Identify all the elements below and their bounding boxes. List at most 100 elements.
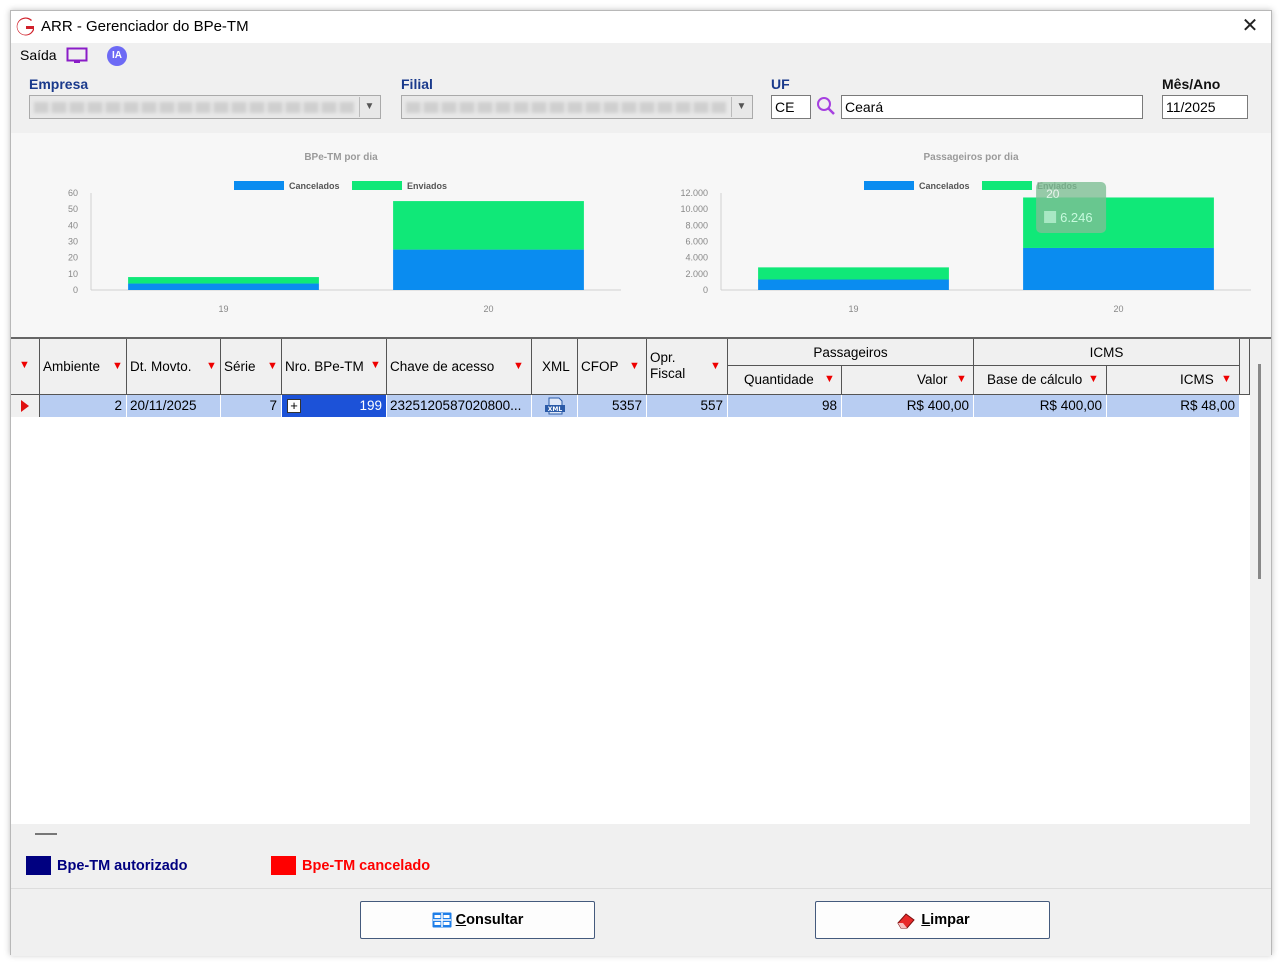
chevron-down-icon[interactable]: ▼	[731, 97, 751, 117]
filter-panel: Empresa ▼ Filial ▼ UF CE Ceará Mês/Ano 1…	[11, 69, 1271, 133]
vertical-scroll-thumb[interactable]	[1258, 364, 1261, 579]
x-tick-label: 20	[483, 304, 493, 314]
filter-icon[interactable]: ▼	[1088, 373, 1099, 385]
bpe-grid: ▼ Ambiente ▼ Dt. Movto. ▼ Série ▼ Nro. B…	[11, 337, 1271, 846]
consultar-label: Consultar	[455, 912, 524, 928]
y-tick-label: 30	[68, 237, 78, 247]
cell-dt-movto[interactable]: 20/11/2025	[127, 395, 221, 417]
y-tick-label: 6.000	[685, 237, 708, 247]
col-icms[interactable]: ICMS ▼	[1107, 366, 1240, 395]
cell-icms[interactable]: R$ 48,00	[1107, 395, 1240, 417]
y-tick-label: 10.000	[680, 204, 708, 214]
filter-icon[interactable]: ▼	[710, 360, 721, 372]
col-cfop[interactable]: CFOP ▼	[578, 339, 647, 395]
legend-swatch	[864, 181, 914, 190]
filter-icon[interactable]: ▼	[112, 360, 123, 372]
col-quantidade[interactable]: Quantidade ▼	[728, 366, 842, 395]
cell-valor[interactable]: R$ 400,00	[842, 395, 974, 417]
cell-quantidade[interactable]: 98	[728, 395, 842, 417]
y-tick-label: 0	[73, 285, 78, 295]
chart-title: Passageiros por dia	[923, 152, 1018, 163]
col-quantidade-label: Quantidade	[744, 372, 814, 387]
bar-enviados-20	[393, 201, 584, 250]
horizontal-scroll-thumb[interactable]	[35, 833, 57, 835]
col-dt-movto[interactable]: Dt. Movto. ▼	[127, 339, 221, 395]
cell-chave[interactable]: 2325120587020800...	[387, 395, 532, 417]
cell-cfop[interactable]: 5357	[578, 395, 647, 417]
y-tick-label: 20	[68, 253, 78, 263]
x-tick-label: 19	[848, 304, 858, 314]
xml-file-icon[interactable]: XML	[544, 397, 566, 415]
mes-ano-input[interactable]: 11/2025	[1162, 95, 1248, 119]
col-icms-label: ICMS	[1180, 372, 1214, 387]
cell-ambiente[interactable]: 2	[40, 395, 127, 417]
filter-icon[interactable]: ▼	[206, 360, 217, 372]
col-xml[interactable]: XML	[532, 339, 578, 395]
empresa-label: Empresa	[29, 76, 89, 92]
uf-name-input[interactable]: Ceará	[841, 95, 1143, 119]
bar-enviados-19	[758, 267, 949, 280]
filter-icon[interactable]: ▼	[1221, 373, 1232, 385]
bar-cancelados-20	[1023, 247, 1214, 290]
vertical-scrollbar[interactable]	[1250, 339, 1271, 824]
limpar-button[interactable]: Limpar	[815, 901, 1050, 939]
bar-cancelados-19	[128, 283, 319, 290]
autorizado-label: Bpe-TM autorizado	[57, 858, 188, 874]
legend-label: Cancelados	[289, 181, 340, 191]
col-serie[interactable]: Série ▼	[221, 339, 282, 395]
filter-icon[interactable]: ▼	[513, 360, 524, 372]
filter-icon[interactable]: ▼	[267, 360, 278, 372]
menu-saida[interactable]: Saída	[20, 47, 57, 63]
col-opr-fiscal[interactable]: Opr. Fiscal ▼	[647, 339, 728, 395]
app-logo-icon	[16, 17, 34, 36]
action-bar: Consultar Limpar	[11, 888, 1271, 956]
horizontal-scrollbar[interactable]	[11, 824, 1271, 846]
filial-label: Filial	[401, 76, 433, 92]
chevron-down-icon[interactable]: ▼	[359, 97, 379, 117]
col-cfop-label: CFOP	[581, 359, 619, 374]
bar-cancelados-20	[393, 249, 584, 290]
cell-serie[interactable]: 7	[221, 395, 282, 417]
filter-icon[interactable]: ▼	[629, 360, 640, 372]
empresa-select[interactable]: ▼	[29, 95, 381, 119]
col-valor-label: Valor	[917, 372, 948, 387]
chart-passageiros-por-dia: Passageiros por diaCanceladosEnviados02.…	[680, 152, 1251, 314]
monitor-icon[interactable]	[66, 47, 88, 65]
row-indicator[interactable]	[11, 395, 40, 417]
y-tick-label: 2.000	[685, 269, 708, 279]
cell-nro-bpe[interactable]: + 199	[282, 395, 387, 417]
uf-code-input[interactable]: CE	[771, 95, 811, 119]
filter-icon[interactable]: ▼	[824, 373, 835, 385]
sort-filter-icon[interactable]: ▼	[370, 359, 381, 371]
col-chave-label: Chave de acesso	[390, 359, 495, 374]
uf-label: UF	[771, 76, 790, 92]
cell-xml[interactable]: XML	[532, 395, 578, 417]
filter-icon[interactable]: ▼	[19, 359, 30, 371]
limpar-label: Limpar	[921, 912, 970, 928]
main-window: ARR - Gerenciador do BPe-TM ✕ Saída IA E…	[10, 10, 1272, 956]
cell-base-calculo[interactable]: R$ 400,00	[974, 395, 1107, 417]
grid-table-icon	[432, 912, 452, 928]
filial-select[interactable]: ▼	[401, 95, 753, 119]
bar-cancelados-19	[758, 279, 949, 290]
consultar-button[interactable]: Consultar	[360, 901, 595, 939]
col-opr-fiscal-label: Opr. Fiscal	[650, 350, 686, 381]
tooltip-category: 20	[1046, 187, 1060, 201]
col-ambiente-label: Ambiente	[43, 359, 101, 374]
close-button[interactable]: ✕	[1237, 15, 1263, 39]
filter-icon[interactable]: ▼	[956, 373, 967, 385]
window-title: ARR - Gerenciador do BPe-TM	[41, 18, 249, 35]
cell-opr-fiscal[interactable]: 557	[647, 395, 728, 417]
col-base-calculo[interactable]: Base de cálculo ▼	[974, 366, 1107, 395]
row-indicator-header[interactable]: ▼	[11, 339, 40, 395]
y-tick-label: 60	[68, 188, 78, 198]
expand-plus-icon[interactable]: +	[287, 399, 301, 413]
ia-assistant-icon[interactable]: IA	[107, 46, 127, 66]
x-tick-label: 20	[1113, 304, 1123, 314]
col-nro-bpe[interactable]: Nro. BPe-TM ▼	[282, 339, 387, 395]
tooltip-value: 6.246	[1060, 210, 1093, 225]
col-ambiente[interactable]: Ambiente ▼	[40, 339, 127, 395]
col-valor[interactable]: Valor ▼	[842, 366, 974, 395]
search-icon[interactable]	[816, 96, 836, 116]
col-chave-acesso[interactable]: Chave de acesso ▼	[387, 339, 532, 395]
